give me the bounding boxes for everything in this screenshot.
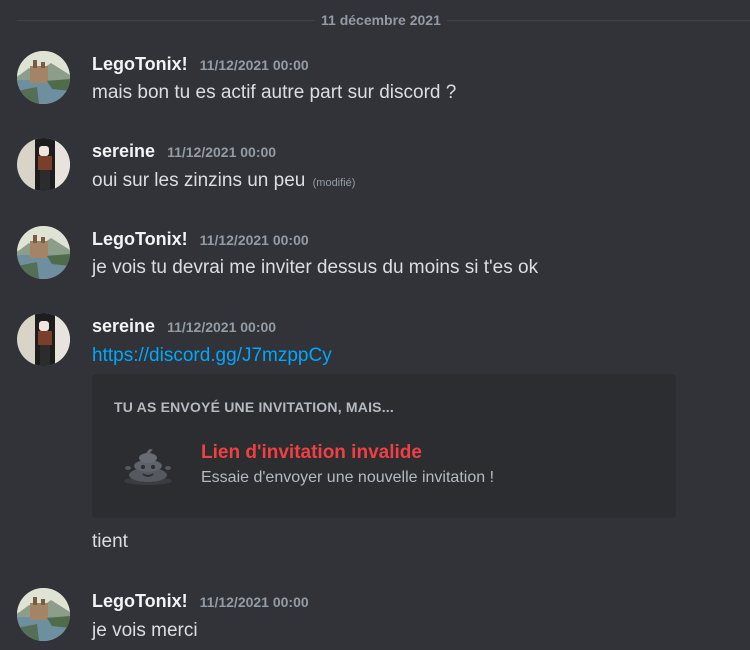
message-followup-text: tient <box>92 531 128 552</box>
message-author[interactable]: sereine 11/12/2021 00:00 <box>92 316 276 337</box>
invite-embed-title: Lien d'invitation invalide <box>201 442 422 463</box>
edited-marker: (modifié) <box>312 177 356 189</box>
author-name[interactable]: LegoTonix! <box>92 54 188 74</box>
message-timestamp: 11/12/2021 00:00 <box>167 144 277 160</box>
message-timestamp: 11/12/2021 00:00 <box>199 232 309 248</box>
author-name[interactable]: LegoTonix! <box>92 591 188 611</box>
message-author[interactable]: LegoTonix! 11/12/2021 00:00 <box>92 229 309 250</box>
avatar-castle-lake[interactable] <box>17 226 70 279</box>
message-text: mais bon tu es actif autre part sur disc… <box>92 82 457 103</box>
date-divider-label: 11 décembre 2021 <box>315 12 447 28</box>
avatar-character[interactable] <box>17 138 70 191</box>
message-text: je vois merci <box>92 620 198 641</box>
avatar-castle-lake[interactable] <box>17 588 70 641</box>
invite-link[interactable]: https://discord.gg/J7mzppCy <box>92 345 332 366</box>
message-text: je vois tu devrai me inviter dessus du m… <box>92 257 539 278</box>
invite-embed-subtitle: Essaie d'envoyer une nouvelle invitation… <box>201 469 495 486</box>
poop-icon <box>122 447 174 485</box>
avatar-castle-lake[interactable] <box>17 51 70 104</box>
message-text: oui sur les zinzins un peu (modifié) <box>92 170 355 192</box>
avatar-character[interactable] <box>17 313 70 366</box>
message-timestamp: 11/12/2021 00:00 <box>199 57 309 73</box>
message-link-container: https://discord.gg/J7mzppCy <box>92 345 332 367</box>
message-timestamp: 11/12/2021 00:00 <box>167 319 277 335</box>
invite-embed-header: TU AS ENVOYÉ UNE INVITATION, MAIS... <box>114 399 394 415</box>
message-author[interactable]: sereine 11/12/2021 00:00 <box>92 141 276 162</box>
invite-embed: TU AS ENVOYÉ UNE INVITATION, MAIS... Lie… <box>92 374 676 518</box>
message-author[interactable]: LegoTonix! 11/12/2021 00:00 <box>92 54 309 75</box>
message-author[interactable]: LegoTonix! 11/12/2021 00:00 <box>92 591 309 612</box>
author-name[interactable]: sereine <box>92 316 155 336</box>
author-name[interactable]: sereine <box>92 141 155 161</box>
author-name[interactable]: LegoTonix! <box>92 229 188 249</box>
message-timestamp: 11/12/2021 00:00 <box>199 594 309 610</box>
message-text-body: oui sur les zinzins un peu <box>92 170 306 191</box>
